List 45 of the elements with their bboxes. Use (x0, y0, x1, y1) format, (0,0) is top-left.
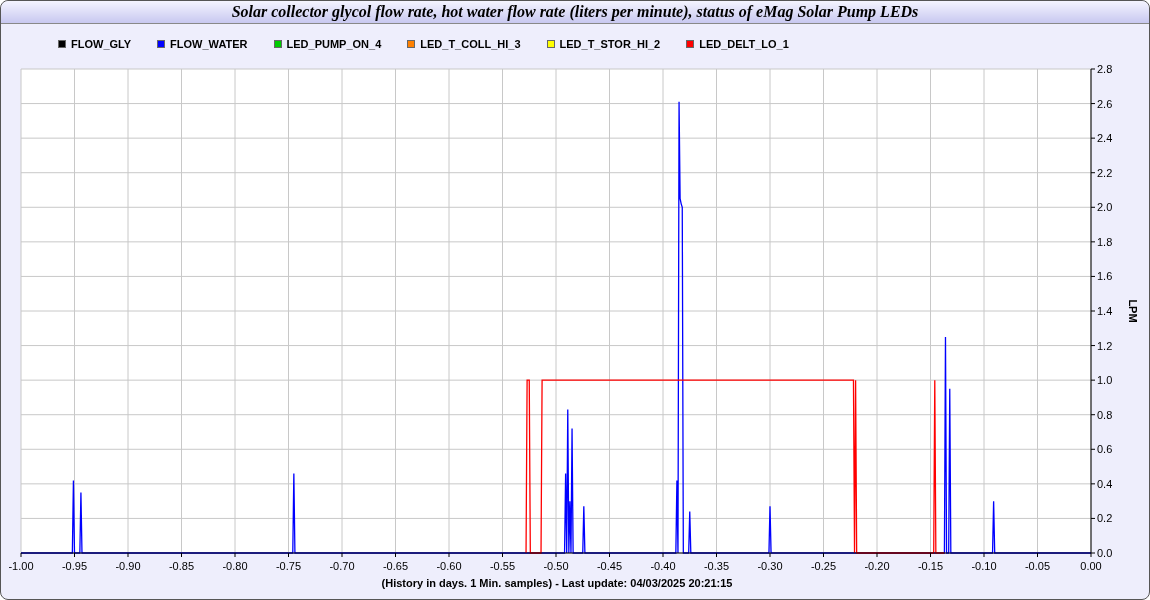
x-tick-label: -0.80 (222, 560, 248, 572)
y-tick-label: 0.6 (1097, 443, 1113, 456)
y-tick-label: 2.2 (1097, 166, 1113, 179)
x-tick-label: -0.90 (115, 560, 141, 572)
x-tick-label: 0.00 (1080, 560, 1102, 572)
x-tick-label: -1.00 (8, 560, 34, 572)
x-tick-label: -0.35 (703, 560, 730, 572)
legend-label: LED_T_STOR_HI_2 (559, 38, 661, 50)
y-tick-label: 1.6 (1097, 270, 1113, 283)
x-tick-label: -0.30 (757, 560, 783, 572)
x-tick-label: -0.20 (864, 560, 890, 572)
y-tick-label: 2.0 (1097, 201, 1113, 214)
x-tick-label: -0.75 (275, 560, 302, 572)
x-axis-label: (History in days. 1 Min. samples) - Last update: 04/03/2025 20:21:15 (381, 577, 733, 589)
y-tick-label: 0.4 (1097, 477, 1113, 490)
x-tick-label: -0.40 (650, 560, 676, 572)
y-tick-label: 1.0 (1097, 374, 1113, 387)
y-axis-label: LPM (1127, 299, 1139, 323)
chart-title: Solar collector glycol flow rate, hot water flow rate (liters per minute), status of eMag Solar Pump LEDs (1, 1, 1149, 24)
x-tick-label: -0.65 (382, 560, 409, 572)
x-tick-label: -0.15 (917, 560, 944, 572)
legend-label: FLOW_GLY (71, 38, 132, 50)
x-tick-label: -0.05 (1024, 560, 1051, 572)
legend-label: LED_DELT_LO_1 (699, 38, 789, 50)
y-tick-label: 2.6 (1097, 97, 1113, 110)
y-tick-label: 1.8 (1097, 235, 1113, 248)
y-tick-label: 2.4 (1097, 132, 1113, 145)
x-tick-label: -0.85 (168, 560, 195, 572)
y-tick-label: 0.8 (1097, 408, 1113, 421)
x-tick-label: -0.95 (61, 560, 88, 572)
y-tick-label: 1.4 (1097, 305, 1113, 317)
x-tick-label: -0.70 (329, 560, 355, 572)
y-tick-label: 0.2 (1097, 512, 1113, 525)
y-tick-label: 0.0 (1097, 547, 1113, 559)
x-tick-label: -0.50 (543, 560, 569, 572)
y-tick-label: 1.2 (1097, 339, 1113, 352)
x-tick-label: -0.60 (436, 560, 462, 572)
x-tick-label: -0.10 (971, 560, 997, 572)
legend-label: LED_PUMP_ON_4 (286, 38, 382, 50)
x-tick-label: -0.45 (596, 560, 623, 572)
legend-label: FLOW_WATER (170, 38, 248, 50)
x-tick-label: -0.55 (489, 560, 516, 572)
legend-label: LED_T_COLL_HI_3 (420, 38, 521, 50)
x-tick-label: -0.25 (810, 560, 837, 572)
y-tick-label: 2.8 (1097, 63, 1113, 75)
